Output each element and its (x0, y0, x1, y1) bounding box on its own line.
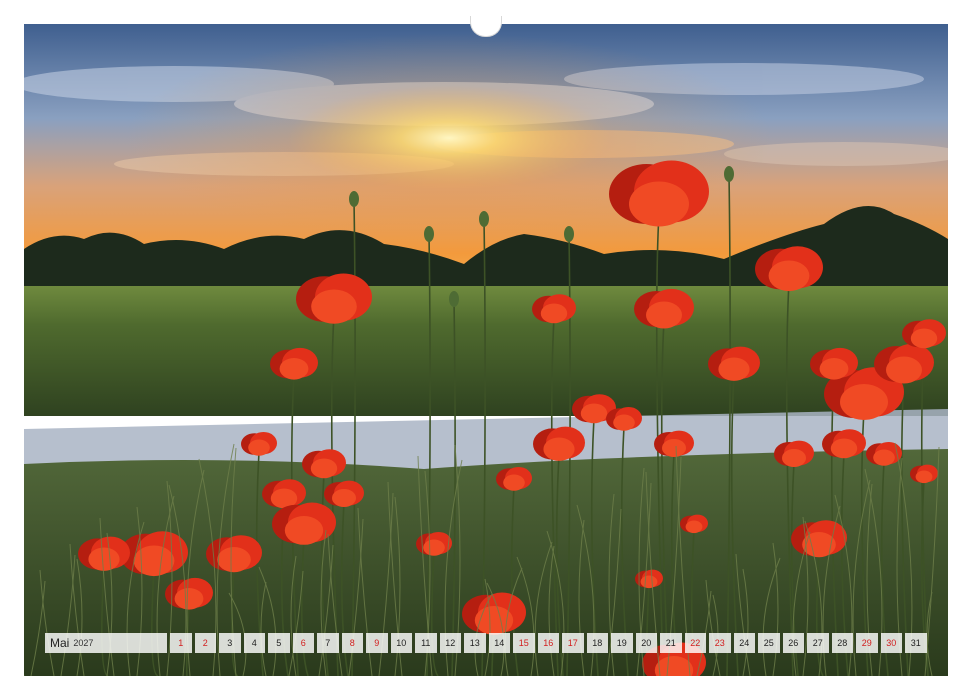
poppy-bud (424, 226, 434, 242)
day-cell: 25 (758, 633, 780, 653)
day-cell: 14 (488, 633, 510, 653)
day-cell: 12 (439, 633, 461, 653)
day-cell: 4 (243, 633, 265, 653)
day-cell: 28 (831, 633, 853, 653)
day-cell: 27 (807, 633, 829, 653)
day-cell: 2 (194, 633, 216, 653)
poppy-field-photo (24, 24, 948, 676)
day-cell: 15 (513, 633, 535, 653)
day-cell: 31 (905, 633, 927, 653)
day-cell: 3 (219, 633, 241, 653)
day-cell: 24 (733, 633, 755, 653)
day-cell: 16 (537, 633, 559, 653)
poppy-bud (479, 211, 489, 227)
day-cell: 21 (660, 633, 682, 653)
photo-illustration (24, 24, 948, 676)
calendar-strip: Mai 2027 1 2 3 4 5 6 7 8 9 10 11 12 13 14 15 16 17 18 19 20… (45, 632, 927, 654)
field (24, 286, 948, 416)
day-cell: 29 (856, 633, 878, 653)
day-cell: 7 (317, 633, 339, 653)
day-cell: 6 (292, 633, 314, 653)
day-cell: 22 (684, 633, 706, 653)
calendar-page: Mai 2027 1 2 3 4 5 6 7 8 9 10 11 12 13 14 15 16 17 18 19 20… (0, 0, 971, 700)
day-cell: 30 (880, 633, 902, 653)
day-cell: 26 (782, 633, 804, 653)
month-name: Mai (50, 636, 70, 650)
day-cells: 1 2 3 4 5 6 7 8 9 10 11 12 13 14 15 16 17 18 19 20 21 22 23 24 2… (170, 633, 927, 653)
day-cell: 13 (464, 633, 486, 653)
day-cell: 5 (268, 633, 290, 653)
day-cell: 17 (562, 633, 584, 653)
poppy-bud (564, 226, 574, 242)
day-cell: 9 (366, 633, 388, 653)
day-cell: 18 (586, 633, 608, 653)
day-cell: 19 (611, 633, 633, 653)
poppy-bud (724, 166, 734, 182)
day-cell: 11 (415, 633, 437, 653)
year: 2027 (73, 638, 94, 648)
poppy-bud (449, 291, 459, 307)
day-cell: 8 (341, 633, 363, 653)
poppy-bud (349, 191, 359, 207)
day-cell: 10 (390, 633, 412, 653)
day-cell: 1 (170, 633, 192, 653)
day-cell: 20 (635, 633, 657, 653)
day-cell: 23 (709, 633, 731, 653)
month-label: Mai 2027 (45, 633, 167, 653)
